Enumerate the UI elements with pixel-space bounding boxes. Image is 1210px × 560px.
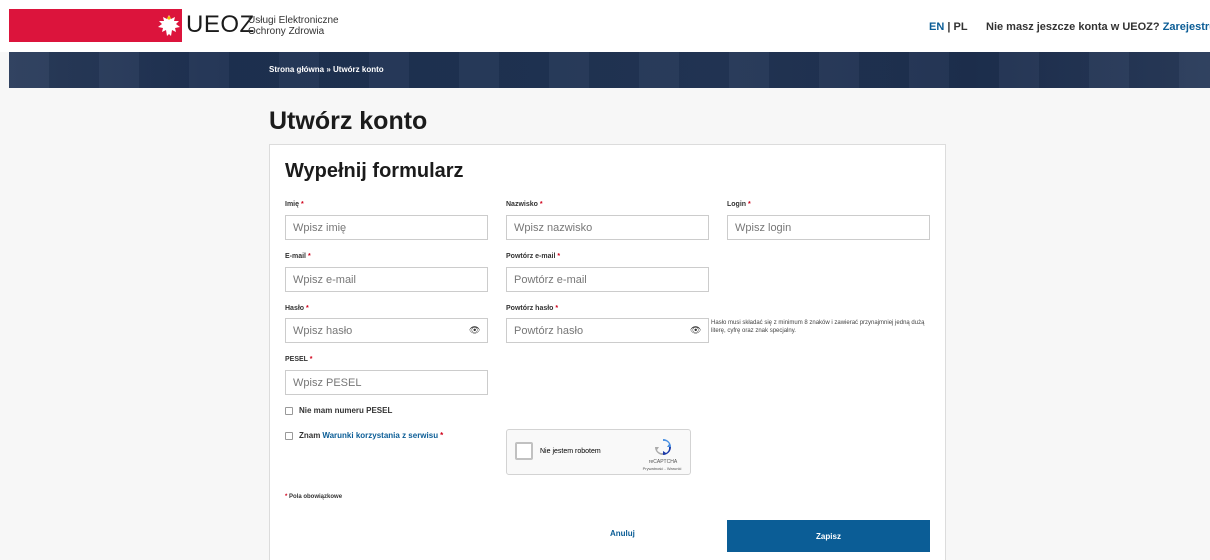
logo-text[interactable]: UEOZ — [186, 11, 255, 39]
required-asterisk: * — [557, 253, 561, 260]
terms-checkbox[interactable] — [285, 431, 293, 440]
email-input[interactable] — [285, 267, 488, 292]
last-name-input[interactable] — [506, 215, 709, 240]
required-asterisk: * — [306, 305, 309, 312]
required-asterisk: * — [300, 201, 304, 208]
password-repeat-label-text: Powtórz hasło — [506, 305, 554, 312]
show-password-repeat-eye-icon[interactable]: 👁 — [690, 325, 701, 336]
required-asterisk: * — [307, 253, 311, 260]
account-question: Nie masz jeszcze konta w UEOZ? Zarejestr… — [986, 21, 1210, 33]
last-name-label-text: Nazwisko — [506, 201, 538, 208]
email-label-text: E-mail — [285, 253, 307, 260]
required-asterisk: * — [539, 201, 543, 208]
email-repeat-input[interactable] — [506, 267, 709, 292]
recaptcha-label: Nie jestem robotem — [540, 448, 601, 455]
save-button[interactable]: Zapisz — [727, 520, 930, 552]
email-repeat-label-text: Powtórz e-mail — [506, 253, 556, 260]
first-name-label: Imię * — [285, 201, 304, 208]
password-hint: Hasło musi składać się z minimum 8 znakó… — [711, 320, 925, 334]
logo-subtitle-line2: Ochrony Zdrowia — [248, 26, 325, 37]
recaptcha-checkbox[interactable] — [515, 442, 533, 460]
no-pesel-checkbox[interactable] — [285, 406, 293, 415]
required-asterisk: * — [440, 431, 444, 440]
terms-prefix: Znam — [299, 431, 321, 440]
recaptcha-logo-icon — [655, 439, 671, 455]
register-link[interactable]: Zarejestruj się — [1163, 21, 1210, 33]
breadcrumb[interactable]: Strona główna » Utwórz konto — [269, 65, 384, 74]
required-fields-note: * Pola obowiązkowe — [285, 494, 342, 500]
first-name-label-text: Imię — [285, 201, 300, 208]
password-repeat-input[interactable] — [506, 318, 709, 343]
login-label: Login * — [727, 201, 751, 208]
required-asterisk: * — [285, 494, 288, 500]
pesel-label-text: PESEL — [285, 356, 308, 363]
recaptcha-links[interactable]: Prywatność - Warunki — [637, 466, 687, 471]
login-input[interactable] — [727, 215, 930, 240]
show-password-eye-icon[interactable]: 👁 — [469, 325, 480, 336]
terms-link[interactable]: Warunki korzystania z serwisu — [322, 431, 438, 440]
email-label: E-mail * — [285, 253, 311, 260]
required-asterisk: * — [309, 356, 313, 363]
eagle-emblem-icon — [158, 15, 180, 36]
email-repeat-label: Powtórz e-mail * — [506, 253, 560, 260]
top-bar: UEOZ Usługi Elektroniczne Ochrony Zdrowi… — [0, 0, 1210, 52]
language-switcher: EN | PL — [929, 21, 968, 33]
password-label: Hasło * — [285, 305, 309, 312]
logo-subtitle-line1: Usługi Elektroniczne — [248, 15, 339, 26]
lang-separator: | — [947, 21, 951, 33]
logo-subtitle: Usługi Elektroniczne Ochrony Zdrowia — [248, 15, 339, 37]
password-label-text: Hasło — [285, 305, 305, 312]
pesel-label: PESEL * — [285, 356, 313, 363]
required-asterisk: * — [748, 201, 751, 208]
login-label-text: Login — [727, 201, 747, 208]
required-asterisk: * — [555, 305, 559, 312]
lang-en-link[interactable]: EN — [929, 21, 944, 33]
pesel-input[interactable] — [285, 370, 488, 395]
account-question-text: Nie masz jeszcze konta w UEOZ? — [986, 21, 1160, 33]
page-title: Utwórz konto — [269, 107, 428, 135]
password-input[interactable] — [285, 318, 488, 343]
form-title: Wypełnij formularz — [285, 160, 464, 182]
no-pesel-option[interactable]: Nie mam numeru PESEL — [285, 406, 392, 415]
lang-pl-link[interactable]: PL — [953, 21, 967, 33]
last-name-label: Nazwisko * — [506, 201, 543, 208]
required-note-text: Pola obowiązkowe — [289, 494, 343, 500]
header-banner — [9, 52, 1210, 88]
first-name-input[interactable] — [285, 215, 488, 240]
recaptcha-widget: Nie jestem robotem reCAPTCHA Prywatność … — [506, 429, 691, 475]
no-pesel-label: Nie mam numeru PESEL — [299, 406, 393, 415]
recaptcha-brand: reCAPTCHA — [648, 459, 678, 465]
form-card — [269, 144, 946, 560]
terms-option[interactable]: Znam Warunki korzystania z serwisu * — [285, 431, 443, 440]
cancel-button[interactable]: Anuluj — [610, 529, 635, 538]
password-repeat-label: Powtórz hasło * — [506, 305, 558, 312]
